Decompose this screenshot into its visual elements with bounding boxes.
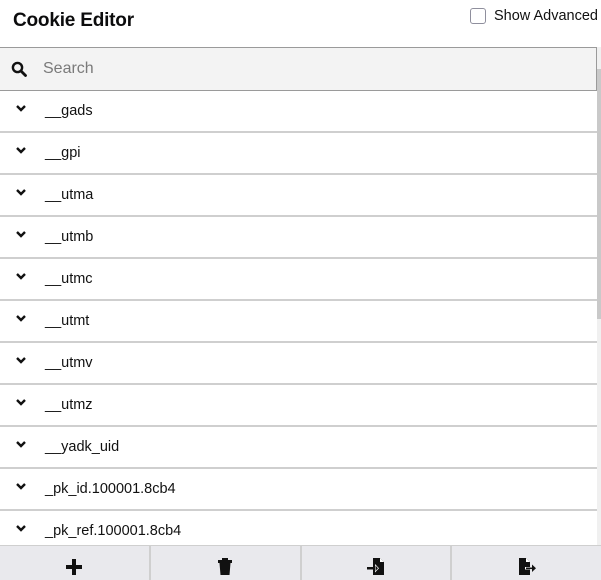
cookie-name: __utmb: [45, 229, 94, 245]
cookie-name: __utmt: [45, 313, 90, 329]
cookie-row[interactable]: __utmv: [0, 343, 597, 385]
show-advanced-checkbox[interactable]: [470, 8, 486, 24]
trash-icon: [217, 557, 233, 580]
cookie-name: __gads: [45, 103, 93, 119]
cookie-name: __gpi: [45, 145, 81, 161]
add-cookie-button[interactable]: [0, 546, 151, 580]
chevron-down-icon[interactable]: [0, 146, 45, 160]
page-title: Cookie Editor: [13, 10, 134, 31]
scrollbar-thumb[interactable]: [597, 69, 601, 319]
cookie-row[interactable]: __utmt: [0, 301, 597, 343]
cookie-row[interactable]: __gads: [0, 91, 597, 133]
scrollbar[interactable]: [597, 47, 601, 545]
search-icon: [0, 61, 40, 77]
export-button[interactable]: [452, 546, 601, 580]
cookie-list: __gads __gpi __utma __utmb __utmc __utmt __utm…: [0, 91, 597, 545]
header: Cookie Editor Show Advanced: [0, 0, 601, 47]
chevron-down-icon[interactable]: [0, 356, 45, 370]
plus-icon: [66, 557, 83, 580]
cookie-name: __yadk_uid: [45, 439, 120, 455]
file-import-icon: [366, 557, 386, 580]
cookie-row[interactable]: __utmz: [0, 385, 597, 427]
chevron-down-icon[interactable]: [0, 188, 45, 202]
search-input[interactable]: [43, 60, 543, 78]
chevron-down-icon[interactable]: [0, 104, 45, 118]
chevron-down-icon[interactable]: [0, 482, 45, 496]
search-bar: [0, 47, 597, 91]
import-button[interactable]: [302, 546, 453, 580]
chevron-down-icon[interactable]: [0, 524, 45, 538]
cookie-row[interactable]: __gpi: [0, 133, 597, 175]
show-advanced-toggle[interactable]: Show Advanced: [470, 8, 598, 24]
file-export-icon: [517, 557, 537, 580]
cookie-name: __utma: [45, 187, 94, 203]
cookie-row[interactable]: __utma: [0, 175, 597, 217]
chevron-down-icon[interactable]: [0, 314, 45, 328]
bottom-toolbar: [0, 545, 601, 580]
cookie-row[interactable]: __utmc: [0, 259, 597, 301]
cookie-name: __utmv: [45, 355, 93, 371]
chevron-down-icon[interactable]: [0, 230, 45, 244]
chevron-down-icon[interactable]: [0, 440, 45, 454]
show-advanced-label: Show Advanced: [494, 8, 598, 24]
cookie-name: _pk_ref.100001.8cb4: [45, 523, 182, 539]
delete-all-button[interactable]: [151, 546, 302, 580]
cookie-name: _pk_id.100001.8cb4: [45, 481, 176, 497]
cookie-row[interactable]: _pk_id.100001.8cb4: [0, 469, 597, 511]
chevron-down-icon[interactable]: [0, 398, 45, 412]
cookie-row[interactable]: __yadk_uid: [0, 427, 597, 469]
cookie-name: __utmc: [45, 271, 93, 287]
cookie-row[interactable]: __utmb: [0, 217, 597, 259]
cookie-name: __utmz: [45, 397, 93, 413]
cookie-row[interactable]: _pk_ref.100001.8cb4: [0, 511, 597, 545]
chevron-down-icon[interactable]: [0, 272, 45, 286]
